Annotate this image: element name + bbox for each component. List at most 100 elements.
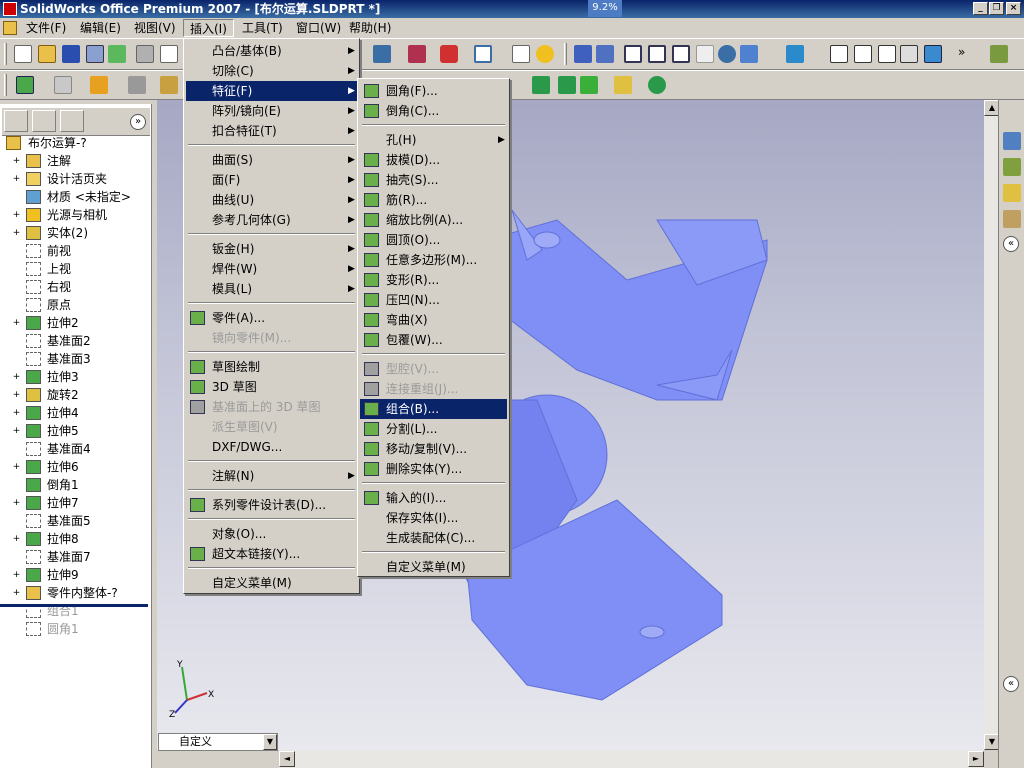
menu-item[interactable]: 抽壳(S)... bbox=[360, 170, 507, 190]
menu-item[interactable]: 自定义菜单(M) bbox=[360, 557, 507, 577]
reference-geometry-icon[interactable] bbox=[90, 76, 108, 94]
menu-item[interactable]: 扣合特征(T) ▶ bbox=[186, 121, 357, 141]
tab-property-manager[interactable] bbox=[32, 110, 56, 132]
menu-item[interactable]: 删除实体(Y)... bbox=[360, 459, 507, 479]
expand-icon[interactable]: + bbox=[12, 535, 21, 544]
tab-feature-manager[interactable] bbox=[4, 110, 28, 132]
open-folder-icon[interactable] bbox=[38, 45, 56, 63]
tree-item[interactable]: + 设计活页夹 bbox=[0, 170, 150, 188]
menu-tools[interactable]: 工具(T) bbox=[236, 19, 289, 37]
rollback-bar[interactable] bbox=[0, 604, 148, 607]
expand-icon[interactable]: + bbox=[12, 319, 21, 328]
zoom-fit-icon[interactable] bbox=[624, 45, 642, 63]
standard-views-icon[interactable] bbox=[786, 45, 804, 63]
expand-icon[interactable]: + bbox=[12, 589, 21, 598]
tab-configuration-manager[interactable] bbox=[60, 110, 84, 132]
menu-item[interactable]: 对象(O)... bbox=[186, 524, 357, 544]
menu-item[interactable]: 凸台/基体(B) ▶ bbox=[186, 41, 357, 61]
expand-icon[interactable]: + bbox=[12, 157, 21, 166]
tree-item[interactable]: 基准面3 bbox=[0, 350, 150, 368]
toolbar-grip[interactable] bbox=[4, 74, 7, 96]
menu-item[interactable]: 3D 草图 bbox=[186, 377, 357, 397]
menu-item[interactable]: 压凹(N)... bbox=[360, 290, 507, 310]
tree-item[interactable]: 圆角1 bbox=[0, 620, 150, 638]
edit-sketch-icon[interactable] bbox=[373, 45, 391, 63]
tree-item[interactable]: 基准面5 bbox=[0, 512, 150, 530]
expand-icon[interactable]: + bbox=[12, 427, 21, 436]
mirror-icon[interactable] bbox=[580, 76, 598, 94]
resources-icon[interactable] bbox=[1003, 132, 1021, 150]
zoom-area-icon[interactable] bbox=[648, 45, 666, 63]
tree-item[interactable]: 基准面2 bbox=[0, 332, 150, 350]
expand-icon[interactable]: + bbox=[12, 391, 21, 400]
menu-item[interactable]: 自定义菜单(M) bbox=[186, 573, 357, 593]
horizontal-scrollbar[interactable]: ◄ ► bbox=[279, 750, 984, 768]
collapse-panel-icon[interactable]: » bbox=[130, 114, 146, 130]
view-config-combo[interactable]: 自定义 ▼ bbox=[158, 733, 278, 751]
expand-icon[interactable]: + bbox=[12, 409, 21, 418]
menu-item[interactable]: 曲面(S) ▶ bbox=[186, 150, 357, 170]
circular-pattern-icon[interactable] bbox=[558, 76, 576, 94]
tree-item[interactable]: 上视 bbox=[0, 260, 150, 278]
menu-edit[interactable]: 编辑(E) bbox=[74, 19, 127, 37]
file-explorer-icon[interactable] bbox=[1003, 184, 1021, 202]
menu-item[interactable]: 分割(L)... bbox=[360, 419, 507, 439]
menu-item[interactable]: 圆顶(O)... bbox=[360, 230, 507, 250]
restore-icon[interactable]: ❐ bbox=[989, 2, 1004, 15]
menu-item[interactable]: 阵列/镜向(E) ▶ bbox=[186, 101, 357, 121]
solidworks-app-icon[interactable] bbox=[3, 2, 17, 16]
tree-item[interactable]: 材质 <未指定> bbox=[0, 188, 150, 206]
menu-item[interactable]: 孔(H) ▶ bbox=[360, 130, 507, 150]
expand-icon[interactable]: + bbox=[12, 211, 21, 220]
scroll-left-icon[interactable]: ◄ bbox=[279, 751, 295, 767]
menu-item[interactable]: 草图绘制 bbox=[186, 357, 357, 377]
menu-item[interactable]: 变形(R)... bbox=[360, 270, 507, 290]
menu-item[interactable]: 圆角(F)... bbox=[360, 81, 507, 101]
view-orientation-icon[interactable] bbox=[474, 45, 492, 63]
tree-item[interactable]: + 拉伸9 bbox=[0, 566, 150, 584]
menu-item[interactable]: 特征(F) ▶ bbox=[186, 81, 357, 101]
hidden-lines-visible-icon[interactable] bbox=[854, 45, 872, 63]
minimize-icon[interactable]: _ bbox=[973, 2, 988, 15]
zoom-in-out-icon[interactable] bbox=[672, 45, 690, 63]
menu-insert[interactable]: 插入(I) bbox=[183, 19, 234, 37]
tree-item[interactable]: 基准面4 bbox=[0, 440, 150, 458]
wireframe-icon[interactable] bbox=[830, 45, 848, 63]
expand-icon[interactable]: + bbox=[12, 571, 21, 580]
expand-task-pane-bottom-icon[interactable]: « bbox=[1003, 676, 1019, 692]
menu-item[interactable]: 生成装配体(C)... bbox=[360, 528, 507, 548]
pan-icon[interactable] bbox=[740, 45, 758, 63]
tree-item[interactable]: + 拉伸5 bbox=[0, 422, 150, 440]
help-icon[interactable] bbox=[536, 45, 554, 63]
menu-item[interactable]: 倒角(C)... bbox=[360, 101, 507, 121]
options-icon[interactable] bbox=[440, 45, 458, 63]
dimension-icon[interactable] bbox=[160, 76, 178, 94]
menu-item[interactable]: 钣金(H) ▶ bbox=[186, 239, 357, 259]
menu-item[interactable]: 面(F) ▶ bbox=[186, 170, 357, 190]
menu-item[interactable]: 输入的(I)... bbox=[360, 488, 507, 508]
save-icon[interactable] bbox=[62, 45, 80, 63]
toolbar-grip[interactable] bbox=[564, 43, 567, 65]
expand-task-pane-icon[interactable]: « bbox=[1003, 236, 1019, 252]
tree-item[interactable]: 右视 bbox=[0, 278, 150, 296]
menu-item[interactable]: 拔模(D)... bbox=[360, 150, 507, 170]
menu-item[interactable]: 移动/复制(V)... bbox=[360, 439, 507, 459]
sketch-tools-icon[interactable] bbox=[54, 76, 72, 94]
shaded-icon[interactable] bbox=[924, 45, 942, 63]
design-library-icon[interactable] bbox=[1003, 158, 1021, 176]
toolbar-overflow-icon[interactable]: » bbox=[958, 45, 965, 59]
tree-item[interactable]: + 旋转2 bbox=[0, 386, 150, 404]
menu-item[interactable]: 保存实体(I)... bbox=[360, 508, 507, 528]
menu-item[interactable]: 筋(R)... bbox=[360, 190, 507, 210]
expand-icon[interactable]: + bbox=[12, 229, 21, 238]
menu-item[interactable]: 焊件(W) ▶ bbox=[186, 259, 357, 279]
tree-item[interactable]: 基准面7 bbox=[0, 548, 150, 566]
hidden-lines-removed-icon[interactable] bbox=[878, 45, 896, 63]
linear-pattern-icon[interactable] bbox=[532, 76, 550, 94]
tree-item[interactable]: + 注解 bbox=[0, 152, 150, 170]
list-icon[interactable] bbox=[512, 45, 530, 63]
menu-file[interactable]: 文件(F) bbox=[20, 19, 72, 37]
menu-item[interactable]: 任意多边形(M)... bbox=[360, 250, 507, 270]
tree-item[interactable]: + 实体(2) bbox=[0, 224, 150, 242]
menu-item[interactable]: 包覆(W)... bbox=[360, 330, 507, 350]
